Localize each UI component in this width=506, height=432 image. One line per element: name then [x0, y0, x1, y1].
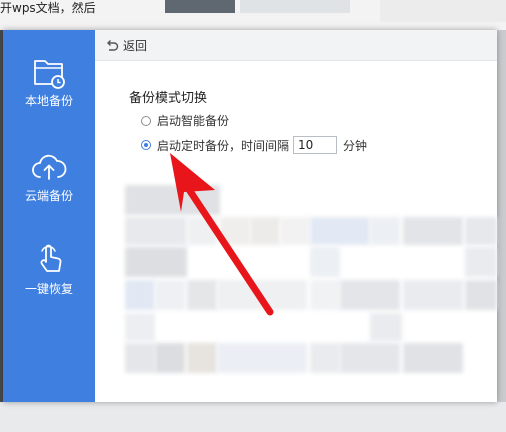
smart-backup-radio[interactable] [141, 115, 151, 126]
interval-input[interactable] [293, 136, 338, 154]
background-bottom [0, 402, 506, 432]
sidebar: 本地备份 云端备份 一键恢复 [3, 30, 95, 402]
hand-touch-icon [40, 244, 62, 272]
cloud-upload-icon [32, 154, 67, 180]
sidebar-item-label: 一键恢复 [24, 282, 73, 296]
blurred-content [125, 185, 497, 385]
sidebar-item-label: 本地备份 [24, 94, 73, 108]
sidebar-item-restore[interactable]: 一键恢复 [3, 240, 95, 320]
interval-unit: 分钟 [343, 138, 368, 153]
back-button[interactable]: 返回 [105, 36, 147, 54]
back-label: 返回 [123, 38, 148, 53]
timed-backup-radio[interactable] [141, 140, 151, 150]
undo-arrow-icon [107, 40, 119, 51]
sidebar-item-cloud-backup[interactable]: 云端备份 [3, 147, 95, 227]
section-title: 备份模式切换 [129, 91, 208, 106]
main-panel: 返回 备份模式切换 启动智能备份 启动定时备份，时间间隔 分钟 [95, 30, 497, 402]
option-label: 启动智能备份 [157, 114, 230, 128]
option-smart-backup[interactable]: 启动智能备份 [141, 112, 229, 129]
option-label: 启动定时备份，时间间隔 [157, 138, 290, 153]
sidebar-item-local-backup[interactable]: 本地备份 [3, 52, 95, 132]
option-timed-backup[interactable]: 启动定时备份，时间间隔 分钟 [141, 136, 367, 154]
background-doc-text: 开wps文档，然后 [0, 1, 96, 15]
background-toolbar [380, 0, 506, 22]
backup-dialog: 本地备份 云端备份 一键恢复 返回 备份模式切换 启动智能备份 启动定时备份，时… [3, 30, 497, 402]
background-tab-2 [240, 0, 350, 13]
folder-clock-icon [34, 60, 65, 89]
sidebar-item-label: 云端备份 [24, 189, 73, 203]
background-tab [165, 0, 235, 13]
background-edge [497, 30, 506, 402]
topbar: 返回 [95, 30, 497, 61]
